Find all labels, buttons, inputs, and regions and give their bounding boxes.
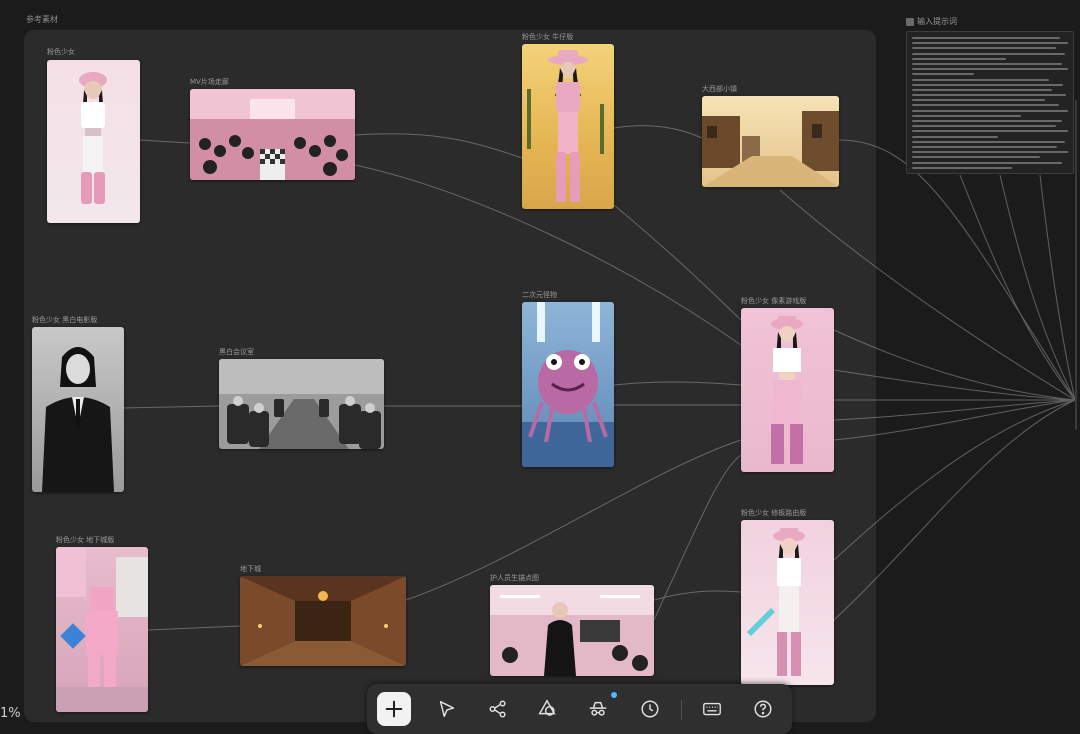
workflow-icon: [489, 700, 506, 718]
node-label-pixel: 粉色少女 像素游戏版: [741, 297, 807, 305]
shapes-button[interactable]: [530, 692, 564, 726]
node-pink-cowgirl-image[interactable]: [522, 44, 614, 209]
incognito-icon: [589, 701, 607, 716]
hallway-crowd-illustration: [190, 89, 355, 180]
node-west-town-image[interactable]: [702, 96, 839, 187]
keyboard-icon: [703, 702, 721, 716]
western-town-illustration: [702, 111, 839, 187]
node-anchor-scene-image[interactable]: [490, 585, 654, 676]
node-label-meeting: 黑白会议室: [219, 348, 254, 356]
sword-girl-illustration: [747, 528, 805, 676]
agent-button[interactable]: [581, 692, 615, 726]
zoom-level[interactable]: 1%: [0, 706, 21, 721]
node-label-pink-girl: 粉色少女: [47, 48, 75, 56]
classroom-illustration: [490, 585, 654, 676]
meeting-room-illustration: [219, 359, 384, 449]
node-label-dungeon: 地下城: [240, 565, 261, 573]
history-button[interactable]: [633, 692, 667, 726]
keyboard-button[interactable]: [695, 692, 729, 726]
clock-icon: [641, 700, 659, 718]
node-label-minecraft: 粉色少女 修板路由版: [741, 509, 807, 517]
node-dungeon-image[interactable]: [240, 576, 406, 666]
notification-dot: [611, 692, 617, 698]
prompt-header: 输入提示词: [906, 16, 957, 27]
node-pink-bw-image[interactable]: [32, 327, 124, 492]
girl-figure-illustration: [79, 72, 107, 204]
add-button[interactable]: [377, 692, 411, 726]
bottom-toolbar: [367, 684, 792, 734]
workflow-button[interactable]: [481, 692, 515, 726]
prompt-title: 输入提示词: [917, 17, 957, 26]
node-label-mv: MV片场走廊: [190, 78, 229, 86]
monster-illustration: [522, 302, 614, 467]
block-girl-illustration: [56, 547, 148, 712]
node-label-west-town: 大西部小镇: [702, 85, 737, 93]
bw-portrait-illustration: [42, 347, 114, 492]
node-monster-image[interactable]: [522, 302, 614, 467]
node-label-underground: 粉色少女 地下城版: [56, 536, 115, 544]
node-pink-pixel-image[interactable]: [741, 308, 834, 472]
node-pink-minecraft-image[interactable]: [741, 520, 834, 685]
node-bw-meeting-image[interactable]: [219, 359, 384, 449]
shapes-icon: [538, 699, 556, 716]
prompt-icon: [906, 17, 914, 26]
node-pink-underground-image[interactable]: [56, 547, 148, 712]
node-label-cowgirl: 粉色少女 牛仔版: [522, 33, 574, 41]
node-pink-girl-image[interactable]: [47, 60, 140, 223]
help-icon: [754, 700, 772, 718]
node-mv-scene-image[interactable]: [190, 89, 355, 180]
pixel-girl-illustration: [771, 316, 803, 464]
help-button[interactable]: [746, 692, 780, 726]
pointer-icon: [439, 700, 455, 718]
node-label-anchor: 护人员生锚点图: [490, 574, 539, 582]
right-scroll-rail[interactable]: [1075, 100, 1077, 430]
dungeon-illustration: [240, 576, 406, 666]
canvas-title: 参考素材: [26, 15, 58, 24]
select-button[interactable]: [430, 692, 464, 726]
node-label-monster: 二次元怪物: [522, 291, 557, 299]
node-label-pink-bw: 粉色少女 黑白电影版: [32, 316, 98, 324]
toolbar-divider: [681, 700, 682, 720]
plus-icon: [385, 700, 403, 718]
cowgirl-illustration: [527, 50, 604, 202]
prompt-input-panel[interactable]: [906, 31, 1074, 174]
